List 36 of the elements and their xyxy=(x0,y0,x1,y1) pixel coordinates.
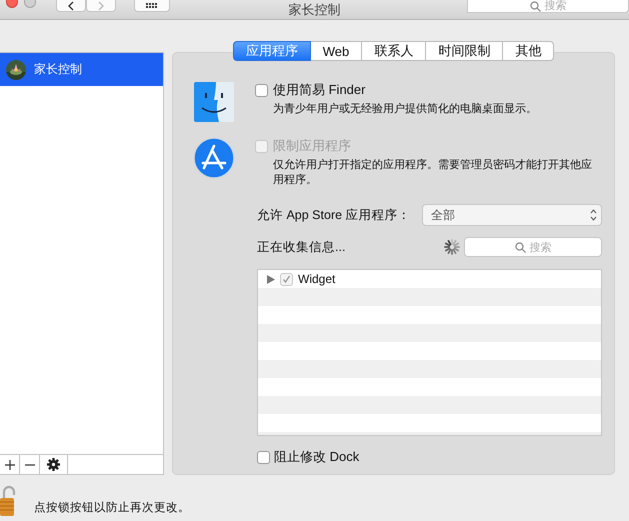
chevron-left-icon xyxy=(68,0,74,10)
lock-hint: 点按锁按钮以防止再次更改。 xyxy=(34,500,190,514)
status-text: 正在收集信息... xyxy=(257,238,346,256)
chevron-right-icon xyxy=(98,0,104,10)
checkbox[interactable] xyxy=(280,272,293,286)
spinner-icon xyxy=(443,238,461,256)
lock-icon[interactable] xyxy=(0,484,18,518)
up-down-arrows-icon xyxy=(590,209,597,221)
app-store-icon xyxy=(193,137,235,179)
age-limit-dropdown[interactable]: 全部 xyxy=(422,204,602,226)
sidebar-item[interactable]: 家长控制 xyxy=(0,53,163,86)
search-icon xyxy=(530,0,540,12)
tab[interactable]: 联系人 xyxy=(362,41,426,61)
option-label: 阻止修改 Dock xyxy=(274,448,360,466)
tab[interactable]: 时间限制 xyxy=(426,41,504,61)
option-description: 为青少年用户或无经验用户提供简化的电脑桌面显示。 xyxy=(272,102,538,117)
search-icon xyxy=(514,242,526,252)
disclosure-triangle[interactable] xyxy=(266,274,275,284)
checkbox[interactable] xyxy=(257,450,270,464)
window-title: 家长控制 xyxy=(288,1,340,19)
tab[interactable]: Web xyxy=(310,41,362,61)
gear-icon xyxy=(47,458,60,471)
field-label: 允许 App Store 应用程序： xyxy=(257,206,412,224)
option-label: 使用简易 Finder xyxy=(273,81,366,99)
close-button[interactable] xyxy=(6,0,18,8)
finder-icon xyxy=(193,81,235,123)
app-name: Widget xyxy=(298,272,336,286)
option-label: 限制应用程序 xyxy=(273,137,351,155)
back-button[interactable] xyxy=(56,0,86,12)
option-description: 仅允许用户打开指定的应用程序。需要管理员密码才能打开其他应用程序。 xyxy=(272,158,593,188)
minimize-button[interactable] xyxy=(24,0,36,8)
grid-button[interactable] xyxy=(134,0,170,12)
checkbox[interactable] xyxy=(255,84,268,96)
grid-icon xyxy=(146,2,158,8)
plus-icon xyxy=(4,460,14,470)
tab[interactable]: 其他 xyxy=(503,41,554,61)
